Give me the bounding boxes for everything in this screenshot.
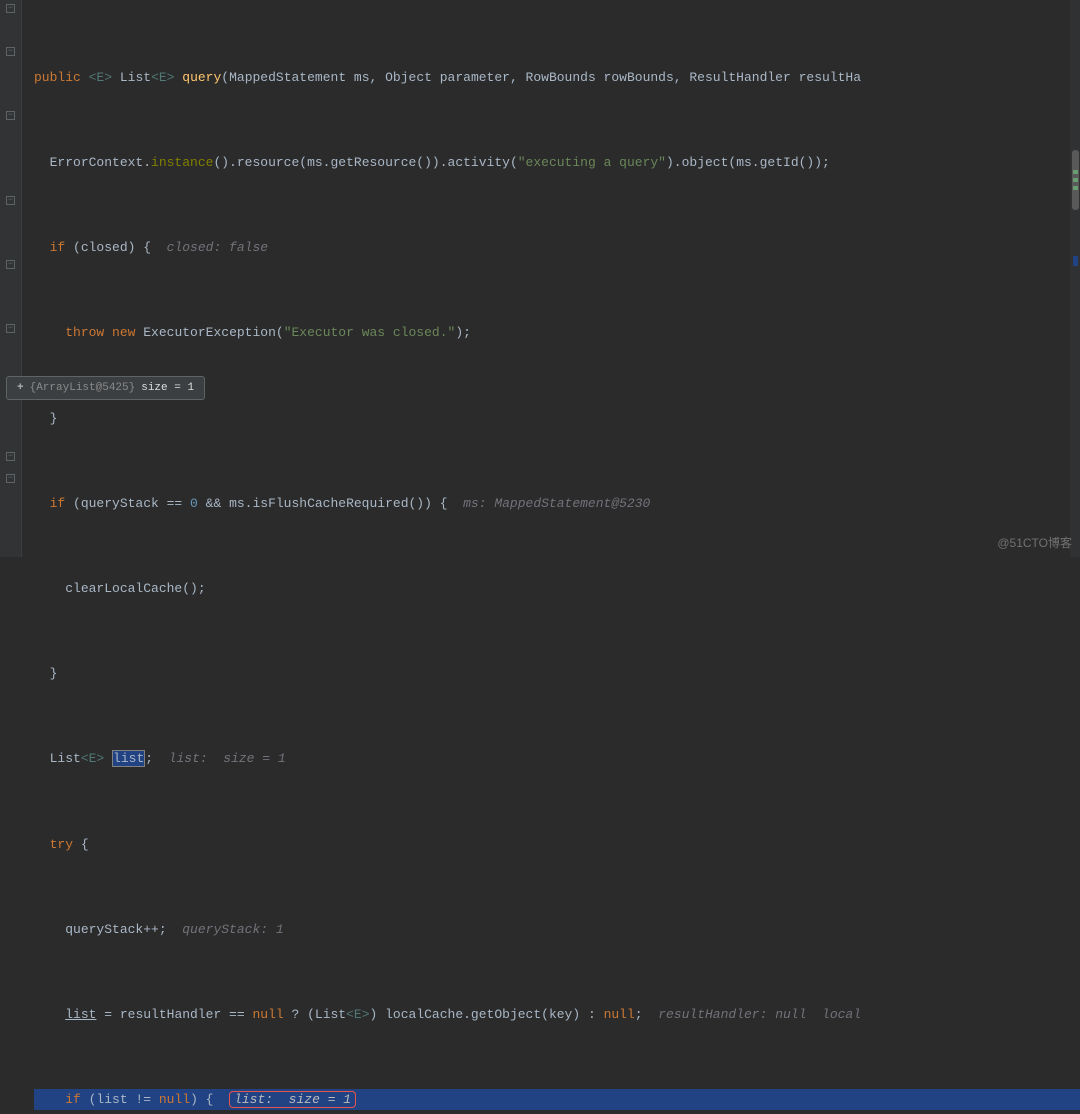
code-editor[interactable]: − − − − − − − − public <E> List<E> query… — [0, 0, 1080, 557]
fold-icon[interactable]: − — [6, 452, 15, 461]
scrollbar[interactable] — [1070, 0, 1080, 557]
code-line: if (queryStack == 0 && ms.isFlushCacheRe… — [34, 493, 1080, 514]
code-line: try { — [34, 834, 1080, 855]
tooltip-object-ref: {ArrayList@5425} — [30, 382, 136, 394]
code-line: } — [34, 408, 1080, 429]
debug-tooltip[interactable]: + {ArrayList@5425} size = 1 — [6, 376, 205, 400]
execution-line: if (list != null) { list: size = 1 — [34, 1089, 1080, 1110]
scroll-thumb[interactable] — [1072, 150, 1079, 210]
code-line: public <E> List<E> query(MappedStatement… — [34, 67, 1080, 88]
fold-icon[interactable]: − — [6, 111, 15, 120]
code-line: list = resultHandler == null ? (List<E>)… — [34, 1004, 1080, 1025]
fold-icon[interactable]: − — [6, 474, 15, 483]
tooltip-value: size = 1 — [141, 382, 194, 394]
code-line: ErrorContext.instance().resource(ms.getR… — [34, 152, 1080, 173]
fold-icon[interactable]: − — [6, 196, 15, 205]
debug-inline-highlight: list: size = 1 — [229, 1091, 356, 1108]
fold-icon[interactable]: − — [6, 47, 15, 56]
code-line: clearLocalCache(); — [34, 578, 1080, 599]
fold-icon[interactable]: − — [6, 260, 15, 269]
code-line: if (closed) { closed: false — [34, 237, 1080, 258]
gutter: − − − − − − − − — [0, 0, 22, 557]
code-line: queryStack++; queryStack: 1 — [34, 919, 1080, 940]
code-line: List<E> list; list: size = 1 — [34, 748, 1080, 769]
expand-icon[interactable]: + — [17, 382, 24, 394]
code-line: throw new ExecutorException("Executor wa… — [34, 322, 1080, 343]
fold-icon[interactable]: − — [6, 324, 15, 333]
scroll-marker — [1073, 256, 1078, 266]
watermark: @51CTO博客 — [997, 534, 1072, 551]
code-area[interactable]: public <E> List<E> query(MappedStatement… — [22, 0, 1080, 557]
code-line: } — [34, 663, 1080, 684]
fold-icon[interactable]: − — [6, 4, 15, 13]
